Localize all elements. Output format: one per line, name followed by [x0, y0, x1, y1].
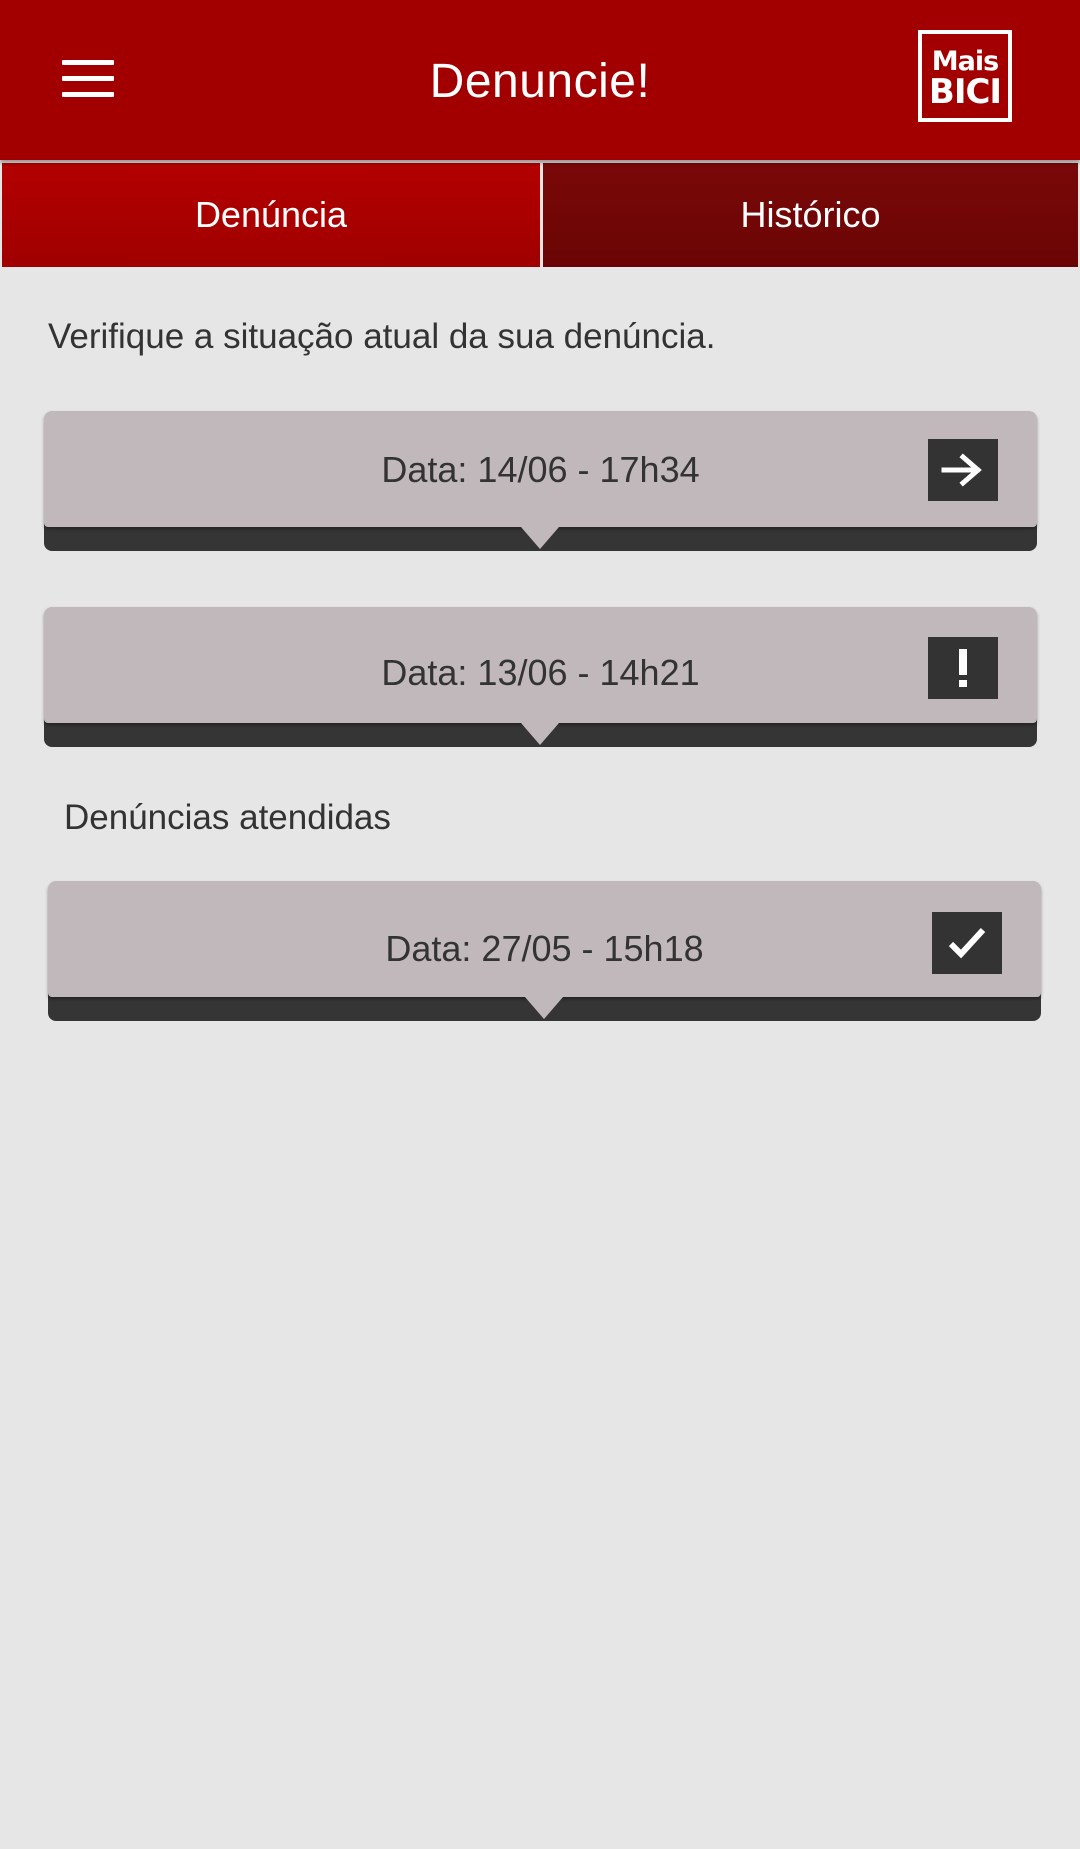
- exclamation-icon[interactable]: [928, 637, 998, 699]
- tab-bar: Denúncia Histórico: [2, 163, 1078, 267]
- card-face: [44, 607, 1037, 723]
- card-pointer: [521, 723, 559, 745]
- app-bar: Denuncie! Mais BICI: [0, 0, 1080, 160]
- card-pointer: [525, 997, 563, 1019]
- mais-bici-logo: Mais BICI: [918, 30, 1012, 122]
- arrow-right-icon[interactable]: [928, 439, 998, 501]
- hamburger-menu-icon[interactable]: [60, 58, 116, 102]
- intro-text: Verifique a situação atual da sua denúnc…: [48, 317, 716, 356]
- tab-denuncia[interactable]: Denúncia: [2, 163, 540, 267]
- logo-line-1: Mais: [931, 46, 999, 77]
- resolved-section-title: Denúncias atendidas: [64, 798, 391, 837]
- tab-historico[interactable]: Histórico: [540, 163, 1078, 267]
- card-face: [44, 411, 1037, 527]
- checkmark-icon[interactable]: [932, 912, 1002, 974]
- complaint-card-2[interactable]: Data: 13/06 - 14h21: [44, 607, 1037, 747]
- card-pointer: [521, 527, 559, 549]
- resolved-card-1[interactable]: Data: 27/05 - 15h18: [48, 881, 1041, 1021]
- logo-line-2: BICI: [928, 72, 1002, 112]
- complaint-card-1[interactable]: Data: 14/06 - 17h34: [44, 411, 1037, 551]
- card-face: [48, 881, 1041, 997]
